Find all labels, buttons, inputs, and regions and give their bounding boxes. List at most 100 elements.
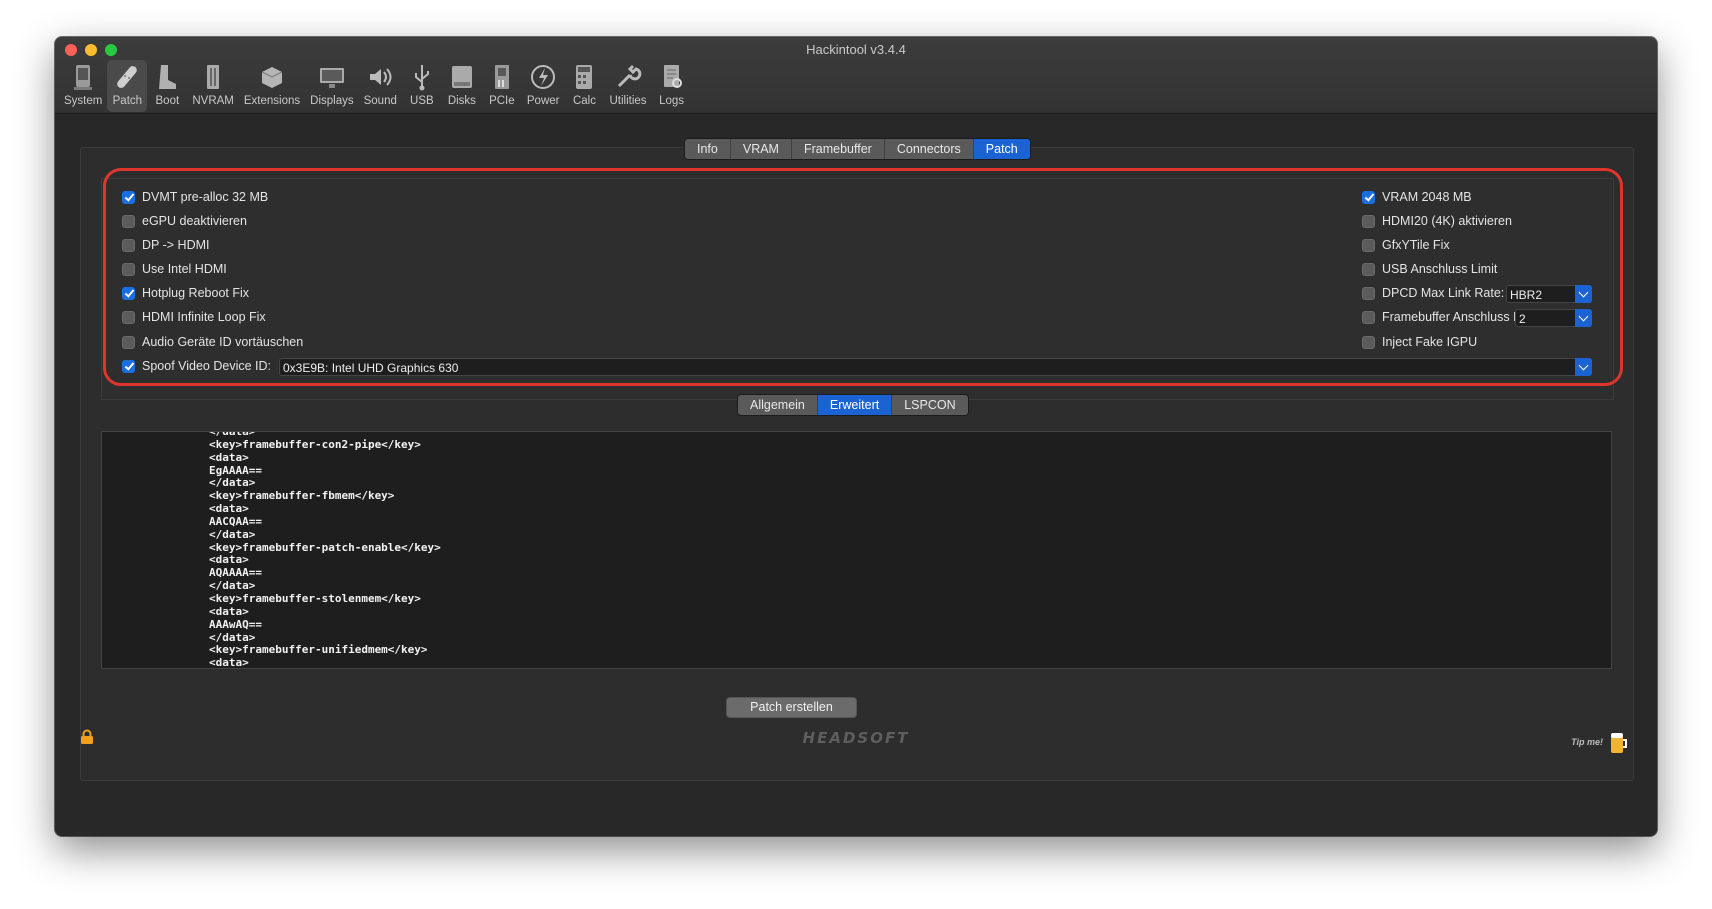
checkbox[interactable]: [1362, 214, 1375, 228]
tab-vram[interactable]: VRAM: [731, 139, 792, 159]
code-line: AAAwAQ==: [209, 617, 262, 631]
select-value: HBR2: [1510, 288, 1543, 302]
checkbox[interactable]: [122, 310, 135, 324]
checkbox[interactable]: [122, 214, 135, 228]
checkbox[interactable]: [1362, 262, 1375, 276]
tab-lspcon[interactable]: LSPCON: [892, 395, 967, 415]
checkbox[interactable]: [1362, 238, 1375, 252]
toolbar-calc[interactable]: Calc: [564, 60, 604, 112]
toolbar-boot[interactable]: Boot: [147, 60, 187, 112]
system-icon: [74, 65, 93, 90]
toolbar-system[interactable]: System: [59, 60, 107, 112]
checkbox[interactable]: [122, 286, 135, 300]
toolbar-label: Extensions: [243, 95, 301, 107]
egpu-checkbox[interactable]: eGPU deaktivieren: [122, 214, 247, 228]
fb-port-select[interactable]: 2: [1515, 309, 1592, 327]
nvram-icon: [207, 65, 220, 89]
toolbar-label: Disks: [447, 95, 476, 107]
code-line: <data>: [209, 604, 249, 618]
toolbar-nvram[interactable]: NVRAM: [187, 60, 239, 112]
checkbox[interactable]: [1362, 286, 1375, 300]
hdmi20-checkbox[interactable]: HDMI20 (4K) aktivieren: [1362, 214, 1512, 228]
dvmt-checkbox[interactable]: DVMT pre-alloc 32 MB: [122, 190, 268, 204]
toolbar-patch[interactable]: Patch: [107, 60, 148, 112]
toolbar-displays[interactable]: Displays: [305, 60, 358, 112]
usb-icon: [414, 65, 429, 91]
create-patch-button[interactable]: Patch erstellen: [726, 697, 857, 718]
dpcd-select[interactable]: HBR2: [1506, 285, 1592, 303]
toolbar-usb[interactable]: USB: [402, 60, 442, 112]
toolbar-label: Displays: [310, 95, 354, 107]
select-value: 0x3E9B: Intel UHD Graphics 630: [283, 361, 459, 375]
checkbox-label: DVMT pre-alloc 32 MB: [142, 190, 269, 204]
hdmi-loop-fix-checkbox[interactable]: HDMI Infinite Loop Fix: [122, 310, 266, 324]
headsoft-logo: HEADSOFT: [802, 729, 910, 747]
checkbox[interactable]: [1362, 190, 1375, 204]
toolbar-label: Calc: [572, 95, 596, 107]
usb-limit-checkbox[interactable]: USB Anschluss Limit: [1362, 262, 1497, 276]
logs-icon: [663, 65, 682, 88]
toolbar-label: Utilities: [609, 95, 647, 107]
tab-info[interactable]: Info: [685, 139, 731, 159]
checkbox-label: Hotplug Reboot Fix: [142, 286, 250, 300]
boot-icon: [159, 65, 177, 89]
patch-code-text: </data> <key>framebuffer-con2-pipe</key> <…: [209, 432, 441, 668]
beer-icon: [1611, 733, 1627, 753]
toolbar-sound[interactable]: Sound: [359, 60, 402, 112]
power-icon: [531, 65, 556, 89]
toolbar-extensions[interactable]: Extensions: [239, 60, 305, 112]
code-line: <data>: [209, 450, 249, 464]
checkbox-label: DP -> HDMI: [142, 238, 210, 252]
extensions-icon: [261, 67, 283, 88]
app-window: Hackintool v3.4.4 System Patch Boot NVRA…: [55, 37, 1657, 836]
tab-patch[interactable]: Patch: [973, 139, 1030, 159]
intel-hdmi-checkbox[interactable]: Use Intel HDMI: [122, 262, 227, 276]
gfxytile-checkbox[interactable]: GfxYTile Fix: [1362, 238, 1450, 252]
main-tabs: Info VRAM Framebuffer Connectors Patch: [684, 138, 1031, 160]
chevron-down-icon[interactable]: [1575, 358, 1592, 376]
checkbox-label: eGPU deaktivieren: [142, 214, 247, 228]
tip-me-button[interactable]: Tip me!: [1571, 730, 1629, 754]
spoof-device-select[interactable]: 0x3E9B: Intel UHD Graphics 630: [279, 358, 1592, 376]
checkbox-label: Use Intel HDMI: [142, 262, 227, 276]
checkbox-label: GfxYTile Fix: [1382, 238, 1450, 252]
toolbar-logs[interactable]: Logs: [652, 60, 692, 112]
tab-erweitert[interactable]: Erweitert: [817, 395, 893, 415]
select-value: 2: [1519, 312, 1526, 326]
displays-icon: [319, 68, 344, 88]
dpcd-checkbox[interactable]: DPCD Max Link Rate:: [1362, 286, 1504, 300]
code-line: </data>: [209, 527, 256, 541]
spoof-checkbox[interactable]: Spoof Video Device ID:: [122, 359, 271, 373]
hotplug-fix-checkbox[interactable]: Hotplug Reboot Fix: [122, 286, 249, 300]
checkbox-label: Framebuffer Anschluss L: [1382, 310, 1521, 324]
sub-tabs: Allgemein Erweitert LSPCON: [737, 394, 969, 416]
checkbox[interactable]: [122, 359, 135, 373]
tab-framebuffer[interactable]: Framebuffer: [792, 139, 885, 159]
patch-output[interactable]: </data> <key>framebuffer-con2-pipe</key> <…: [101, 431, 1612, 669]
checkbox[interactable]: [122, 262, 135, 276]
toolbar-label: Power: [526, 95, 560, 107]
toolbar-label: System: [64, 95, 103, 107]
fake-igpu-checkbox[interactable]: Inject Fake IGPU: [1362, 335, 1477, 349]
utilities-icon: [617, 64, 642, 88]
checkbox[interactable]: [122, 335, 135, 349]
audio-id-checkbox[interactable]: Audio Geräte ID vortäuschen: [122, 335, 303, 349]
checkbox-label: Spoof Video Device ID:: [142, 359, 272, 373]
fb-port-checkbox[interactable]: Framebuffer Anschluss L: [1362, 310, 1520, 324]
vram-checkbox[interactable]: VRAM 2048 MB: [1362, 190, 1472, 204]
toolbar-utilities[interactable]: Utilities: [604, 60, 651, 112]
code-line: <key>framebuffer-con2-pipe</key>: [209, 437, 421, 451]
dp-hdmi-checkbox[interactable]: DP -> HDMI: [122, 238, 210, 252]
toolbar-power[interactable]: Power: [522, 60, 565, 112]
chevron-down-icon[interactable]: [1575, 285, 1592, 303]
toolbar-label: PCIe: [489, 95, 515, 107]
chevron-down-icon[interactable]: [1575, 309, 1592, 327]
checkbox[interactable]: [1362, 310, 1375, 324]
toolbar-pcie[interactable]: PCIe: [482, 60, 522, 112]
tab-connectors[interactable]: Connectors: [885, 139, 974, 159]
checkbox[interactable]: [122, 238, 135, 252]
checkbox[interactable]: [1362, 335, 1375, 349]
checkbox[interactable]: [122, 190, 135, 204]
tab-allgemein[interactable]: Allgemein: [738, 395, 818, 415]
toolbar-disks[interactable]: Disks: [442, 60, 482, 112]
